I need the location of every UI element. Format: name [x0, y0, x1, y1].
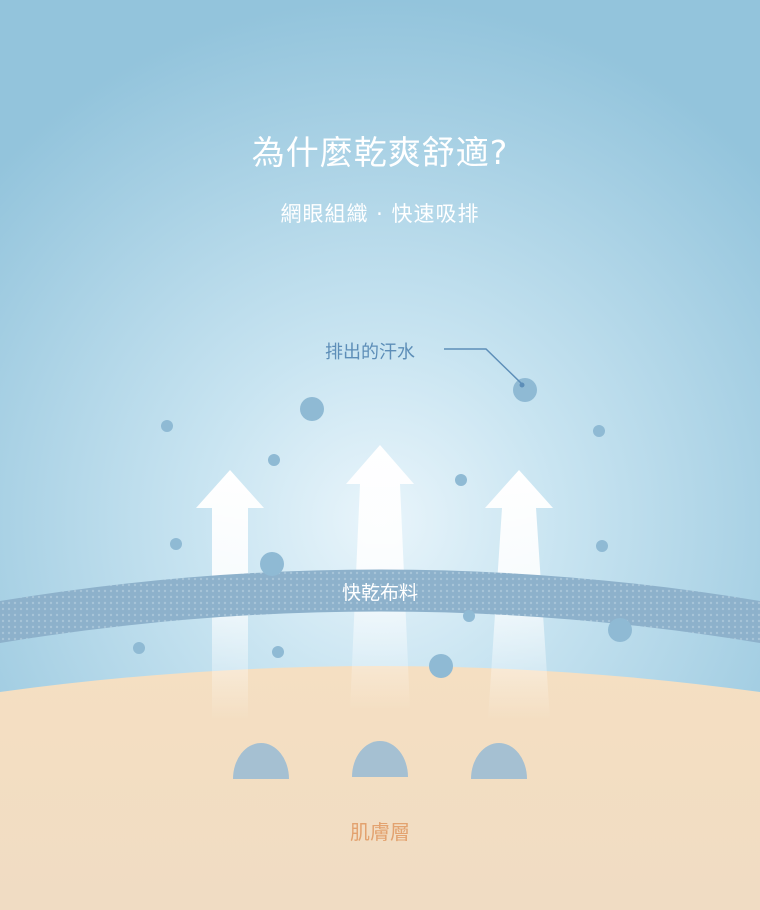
- sweat-droplet: [596, 540, 608, 552]
- sweat-droplet: [300, 397, 324, 421]
- sweat-droplet: [170, 538, 182, 550]
- sweat-droplet: [429, 654, 453, 678]
- moisture-wicking-diagram: 為什麼乾爽舒適? 網眼組織 · 快速吸排 排出的汗水 快乾布料 肌膚層: [0, 0, 760, 910]
- sweat-droplet: [608, 618, 632, 642]
- page-title: 為什麼乾爽舒適?: [251, 133, 509, 172]
- callout-dot: [519, 382, 525, 388]
- sweat-droplet: [455, 474, 467, 486]
- sweat-droplet: [268, 454, 280, 466]
- fabric-label: 快乾布料: [341, 582, 418, 604]
- sweat-droplet: [463, 610, 475, 622]
- skin-label: 肌膚層: [350, 820, 410, 844]
- page-subtitle: 網眼組織 · 快速吸排: [280, 202, 480, 226]
- sweat-label: 排出的汗水: [325, 342, 415, 363]
- sweat-droplet: [513, 378, 537, 402]
- sweat-droplet: [593, 425, 605, 437]
- sweat-droplet: [161, 420, 173, 432]
- sweat-droplet: [272, 646, 284, 658]
- sweat-droplet: [133, 642, 145, 654]
- sweat-droplet: [260, 552, 284, 576]
